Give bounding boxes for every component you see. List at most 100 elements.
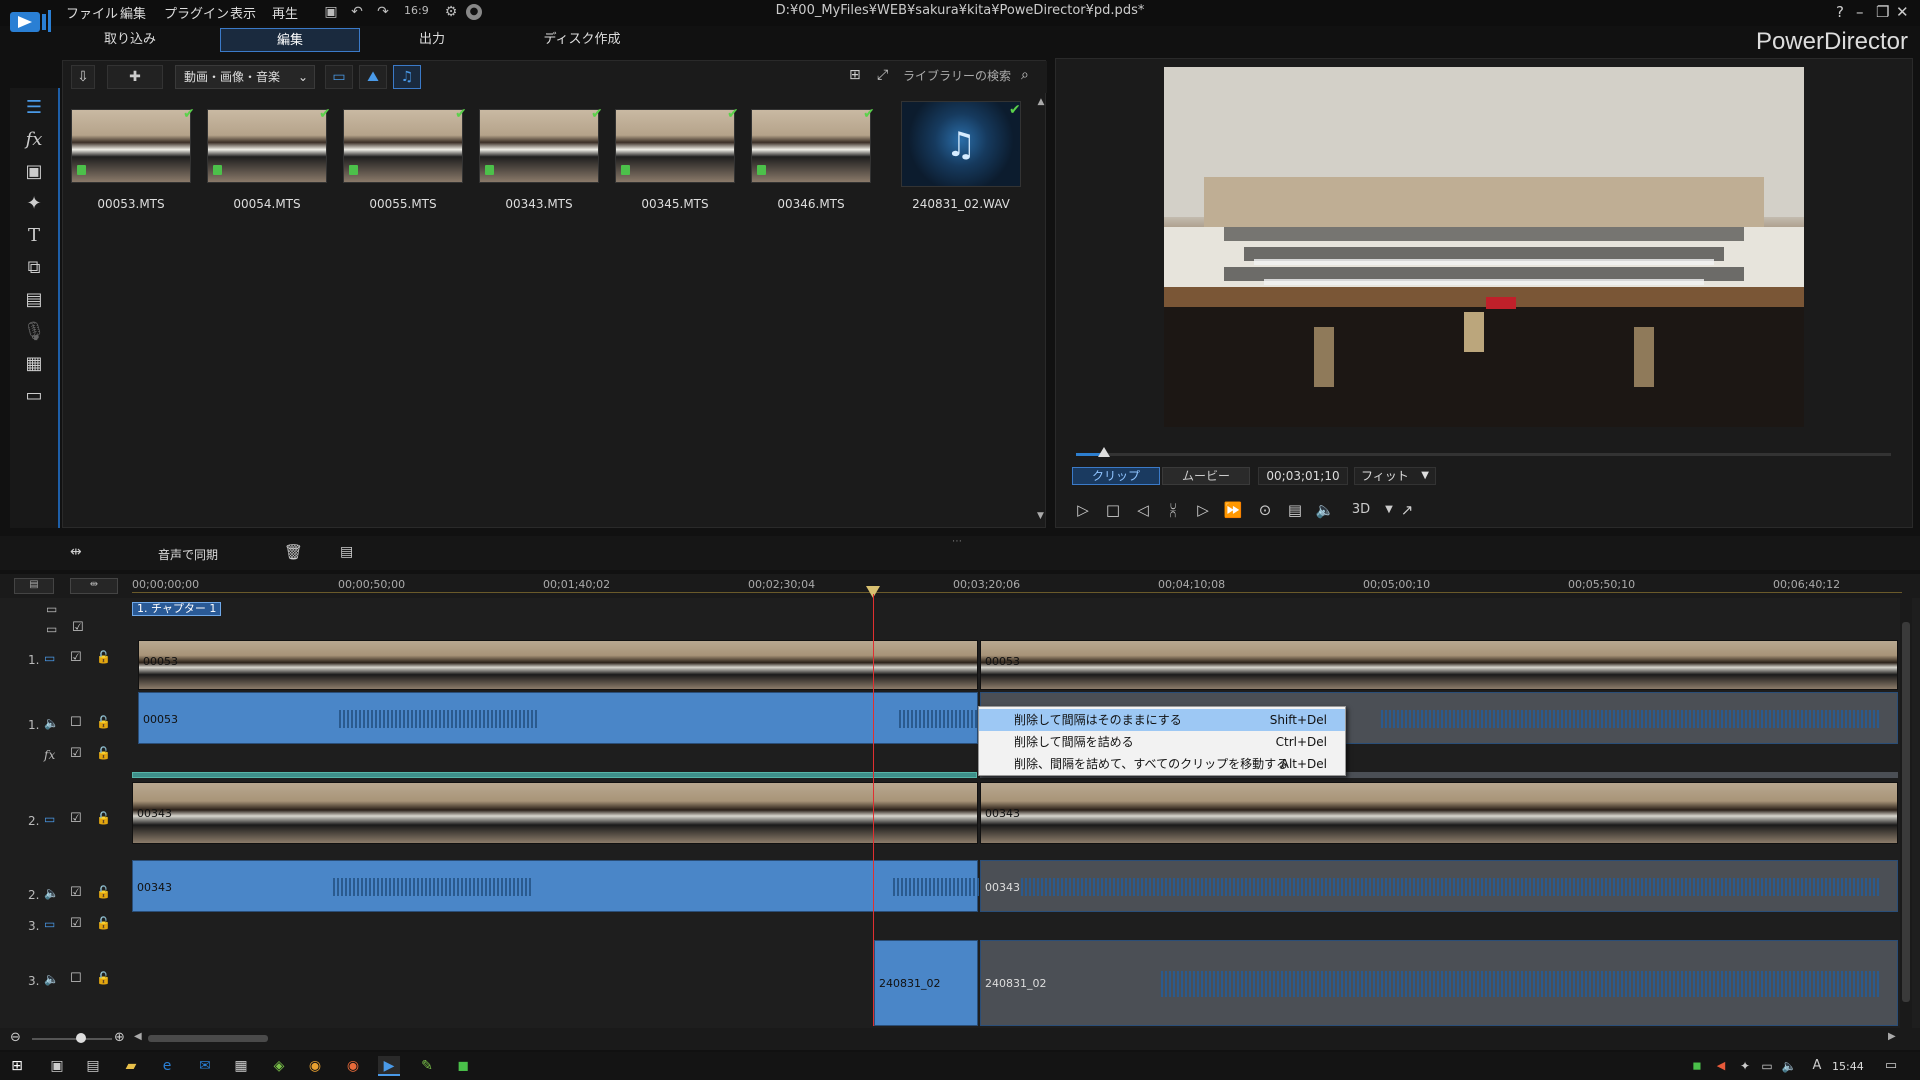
library-item[interactable]: ✔ 00343.MTS [479,107,606,211]
menu-playback[interactable]: 再生 [272,3,298,22]
menu-item-delete-move-all[interactable]: 削除、間隔を詰めて、すべてのクリップを移動する Alt+Del [979,753,1345,775]
pip-room-icon[interactable]: ▣ [20,160,48,184]
close-icon[interactable]: ✕ [1896,3,1909,21]
previous-frame-icon[interactable]: ◁ [1132,499,1154,521]
minimize-icon[interactable]: – [1856,3,1864,21]
library-item[interactable]: ✔ 00053.MTS [71,107,198,211]
chrome-icon[interactable]: ◉ [304,1056,326,1076]
snapshot-icon[interactable]: ⊙ [1254,499,1276,521]
timeline-vertical-scrollbar[interactable] [1900,598,1912,1028]
timeline-view-icon[interactable]: ▤ [14,578,54,594]
subtitle-room-icon[interactable]: ▭ [20,384,48,408]
firefox-icon[interactable]: ◉ [342,1056,364,1076]
undo-icon[interactable]: ↶ [348,4,366,20]
lock-icon[interactable]: 🔓 [96,746,111,760]
grid-view-icon[interactable]: ⊞ [849,67,861,83]
line-icon[interactable]: ◼ [452,1056,474,1076]
voice-record-icon[interactable]: 🎙 [20,320,48,344]
next-frame-icon[interactable]: ▷ [1192,499,1214,521]
media-room-icon[interactable]: ☰ [20,96,48,120]
video-clip[interactable]: 00053 [980,640,1898,690]
import-icon[interactable]: ⇩ [71,65,95,89]
lock-icon[interactable]: 🔓 [96,971,111,985]
lock-icon[interactable]: 🔓 [96,916,111,930]
timecode-display[interactable]: 00;03;01;10 [1258,467,1348,485]
library-search-input[interactable]: ライブラリーの検索 [903,65,1033,89]
ime-indicator[interactable]: A [1806,1056,1828,1076]
track-enable-checkbox[interactable]: ☑ [70,916,82,931]
lock-icon[interactable]: 🔓 [96,650,111,664]
track-enable-checkbox[interactable]: ☑ [72,620,84,635]
sync-audio-button[interactable]: 音声で同期 [158,546,218,563]
video-clip[interactable]: 00053 [138,640,978,690]
title-room-icon[interactable]: T [20,224,48,248]
track-enable-checkbox[interactable]: ☐ [70,971,82,986]
taskbar-app-icon[interactable]: ◈ [268,1056,290,1076]
tab-edit[interactable]: 編集 [220,28,360,52]
save-icon[interactable]: ▣ [322,4,340,20]
restore-icon[interactable]: ❐ [1876,3,1889,21]
plugin-icon[interactable]: ✚ [107,65,163,89]
clock[interactable]: 15:44 [1832,1060,1864,1073]
horizontal-scroll-thumb[interactable] [148,1035,268,1042]
expand-icon[interactable]: ⤢ [877,67,888,83]
tab-disc[interactable]: ディスク作成 [512,28,652,52]
tab-produce[interactable]: 出力 [362,28,502,52]
fx-room-icon[interactable]: fx [20,128,48,152]
library-item[interactable]: ✔ 00346.MTS [751,107,878,211]
audio-clip[interactable]: 240831_02 [980,940,1898,1026]
calculator-icon[interactable]: ▦ [230,1056,252,1076]
zoom-in-icon[interactable]: ⊕ [114,1030,125,1045]
timeline-ruler[interactable]: ▤ ⇹ 00;00;00;00 00;00;50;00 00;01;40;02 … [0,574,1920,598]
playhead-line[interactable] [873,594,874,1026]
redo-icon[interactable]: ↷ [374,4,392,20]
menu-edit[interactable]: 編集 [120,3,146,22]
taskbar-app-icon[interactable]: ▣ [46,1056,68,1076]
aspect-ratio-select[interactable]: 16:9 [404,4,429,17]
tab-capture[interactable]: 取り込み [60,28,200,52]
lock-icon[interactable]: 🔓 [96,715,111,729]
track-enable-checkbox[interactable]: ☑ [70,746,82,761]
audio-mix-icon[interactable]: ▤ [20,288,48,312]
library-item[interactable]: ✔ 00055.MTS [343,107,470,211]
tray-app-icon[interactable]: ◼ [1686,1056,1708,1076]
stop-icon[interactable]: □ [1102,499,1124,521]
menu-item-delete-keep-gap[interactable]: 削除して間隔はそのままにする Shift+Del [979,709,1345,731]
movie-mode-tab[interactable]: ムービー [1162,467,1250,485]
library-item[interactable]: ✔ 00345.MTS [615,107,742,211]
taskbar-app-icon[interactable]: ▤ [82,1056,104,1076]
menu-file[interactable]: ファイル [66,3,118,22]
image-filter-icon[interactable]: ⛰ [359,65,387,89]
scrubber-handle[interactable] [1098,447,1110,457]
track-enable-checkbox[interactable]: ☑ [70,885,82,900]
fast-forward-icon[interactable]: ⏩ [1222,499,1244,521]
gear-icon[interactable]: ⚙ [442,4,460,20]
fit-timeline-icon[interactable]: ⇹ [70,544,82,560]
audio-clip[interactable]: 00343 [980,860,1898,912]
scroll-down-icon[interactable]: ▼ [1037,511,1044,521]
video-clip[interactable]: 00343 [132,782,978,844]
fx-clip[interactable] [132,772,977,778]
storyboard-view-icon[interactable]: ⇹ [70,578,118,594]
zoom-out-icon[interactable]: ⊖ [10,1030,21,1045]
scroll-left-icon[interactable]: ◀ [134,1031,142,1042]
media-filter-select[interactable]: 動画・画像・音楽 ⌄ [175,65,315,89]
transition-room-icon[interactable]: ⧉ [20,256,48,280]
menu-item-delete-fill-gap[interactable]: 削除して間隔を詰める Ctrl+Del [979,731,1345,753]
scroll-up-icon[interactable]: ▲ [1037,97,1045,107]
edge-icon[interactable]: e [156,1056,178,1076]
help-button[interactable]: ? [1836,3,1844,21]
lock-icon[interactable]: 🔓 [96,811,111,825]
menu-plugin[interactable]: プラグイン [164,3,229,22]
chapter-room-icon[interactable]: ▦ [20,352,48,376]
menu-view[interactable]: 表示 [230,3,256,22]
track-manager-icon[interactable]: ▤ [340,544,353,560]
file-explorer-icon[interactable]: ▰ [120,1056,142,1076]
audio-clip[interactable]: 240831_02 [874,940,978,1026]
search-icon[interactable]: ⌕ [1021,67,1029,83]
preview-scrubber[interactable] [1076,453,1891,456]
audio-clip[interactable]: 00343 [132,860,979,912]
scroll-right-icon[interactable]: ▶ [1888,1031,1896,1042]
video-filter-icon[interactable]: ▭ [325,65,353,89]
tray-app-icon[interactable]: ✦ [1734,1056,1756,1076]
